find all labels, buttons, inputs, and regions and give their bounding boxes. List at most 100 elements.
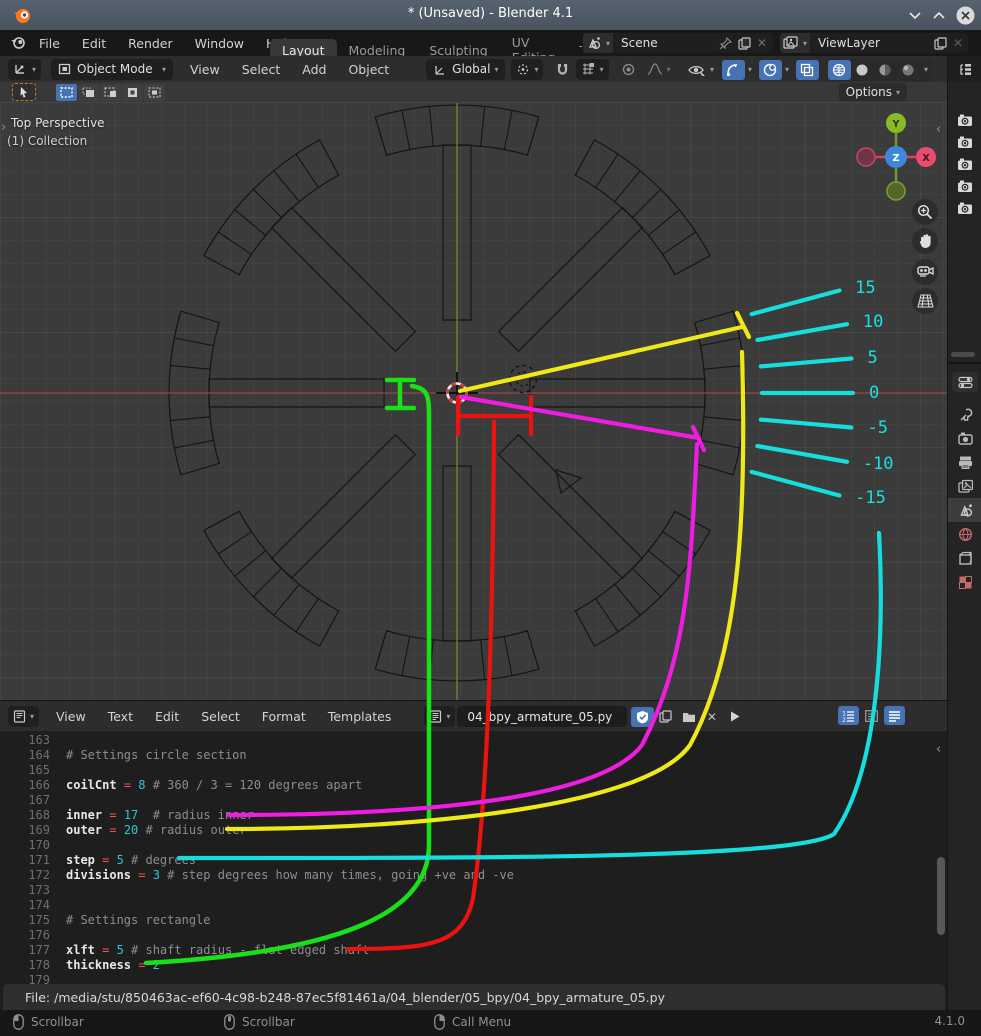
code-line[interactable]: 176 <box>0 928 947 943</box>
camera-view-button[interactable] <box>912 259 938 285</box>
active-tool-select-box-icon[interactable] <box>12 83 36 101</box>
zoom-button[interactable] <box>912 199 938 225</box>
code-line[interactable]: 168inner = 17 # radius inner <box>0 808 947 823</box>
tab-tool[interactable] <box>948 402 981 426</box>
unlink-scene-icon[interactable]: ✕ <box>757 36 767 50</box>
text-menu-text[interactable]: Text <box>97 709 144 724</box>
proportional-falloff-dropdown[interactable]: ▾ <box>642 59 676 80</box>
shading-material-button[interactable] <box>874 60 897 80</box>
camera-visibility-icon[interactable] <box>954 110 976 130</box>
select-mode-intersect-icon[interactable] <box>144 84 165 101</box>
viewport-canvas[interactable] <box>0 102 947 700</box>
proportional-edit-icon[interactable] <box>617 59 640 79</box>
editor-sidebar-chevron[interactable]: ‹ <box>936 742 941 757</box>
new-text-icon[interactable] <box>654 707 677 727</box>
window-maximize-icon[interactable] <box>929 5 949 25</box>
gizmo-dropdown-icon[interactable]: ▾ <box>748 65 752 74</box>
mode-dropdown[interactable]: Object Mode ▾ <box>51 59 173 80</box>
viewport-menu-add[interactable]: Add <box>291 62 337 77</box>
text-menu-format[interactable]: Format <box>251 709 317 724</box>
options-dropdown[interactable]: Options ▾ <box>839 83 907 101</box>
menu-edit[interactable]: Edit <box>71 36 117 51</box>
tab-render[interactable] <box>948 426 981 450</box>
scene-icon[interactable]: ▾ <box>583 33 613 53</box>
new-scene-icon[interactable] <box>738 37 752 50</box>
menu-render[interactable]: Render <box>117 36 184 51</box>
tab-object[interactable] <box>948 546 981 570</box>
new-view-layer-icon[interactable] <box>934 37 948 50</box>
view-layer-selector[interactable]: ▾ ViewLayer ✕ <box>780 33 968 53</box>
select-mode-extend-icon[interactable] <box>78 84 99 101</box>
shading-rendered-button[interactable] <box>897 60 920 80</box>
register-script-shield-icon[interactable] <box>631 707 654 727</box>
snap-toggle-magnet-icon[interactable] <box>551 59 574 79</box>
tab-texture[interactable] <box>948 570 981 594</box>
code-line[interactable]: 164# Settings circle section <box>0 748 947 763</box>
transform-orientation-dropdown[interactable]: Global ▾ <box>426 59 505 80</box>
select-mode-subtract-icon[interactable] <box>100 84 121 101</box>
text-editor-type-button[interactable]: ▾ <box>8 706 39 727</box>
shading-dropdown-icon[interactable]: ▾ <box>924 65 928 74</box>
overlays-dropdown-icon[interactable]: ▾ <box>785 65 789 74</box>
scene-name[interactable]: Scene <box>613 36 719 50</box>
gizmo-axis-x-minus[interactable] <box>857 148 875 166</box>
tab-world[interactable] <box>948 522 981 546</box>
code-line[interactable]: 167 <box>0 793 947 808</box>
line-numbers-toggle[interactable]: 1 2 <box>838 706 859 725</box>
code-line[interactable]: 171step = 5 # degrees <box>0 853 947 868</box>
text-menu-view[interactable]: View <box>45 709 97 724</box>
camera-visibility-icon[interactable] <box>954 132 976 152</box>
text-datablock-dropdown[interactable]: ▾ <box>424 706 455 727</box>
window-close-icon[interactable] <box>955 5 975 25</box>
visibility-dropdown[interactable]: ▾ <box>688 63 714 77</box>
menu-file[interactable]: File <box>28 36 71 51</box>
window-minimize-icon[interactable] <box>905 5 925 25</box>
orthographic-toggle-button[interactable] <box>912 288 938 314</box>
scene-selector[interactable]: ▾ Scene ✕ <box>583 33 773 53</box>
remove-view-layer-icon[interactable]: ✕ <box>953 36 963 50</box>
navigation-gizmo[interactable]: Y X Z <box>855 110 937 202</box>
pan-hand-button[interactable] <box>912 228 938 254</box>
viewport-menu-object[interactable]: Object <box>337 62 400 77</box>
shading-wireframe-button[interactable] <box>828 60 851 80</box>
tab-view-layer[interactable] <box>948 474 981 498</box>
show-gizmo-toggle[interactable] <box>722 60 745 80</box>
menu-window[interactable]: Window <box>184 36 255 51</box>
viewport-menu-view[interactable]: View <box>179 62 231 77</box>
code-line[interactable]: 175# Settings rectangle <box>0 913 947 928</box>
code-scrollbar[interactable] <box>937 857 945 935</box>
text-menu-select[interactable]: Select <box>190 709 251 724</box>
code-line[interactable]: 174 <box>0 898 947 913</box>
view-layer-icon[interactable]: ▾ <box>780 33 810 53</box>
syntax-highlight-toggle[interactable] <box>884 706 905 725</box>
word-wrap-toggle[interactable] <box>861 706 882 725</box>
code-line[interactable]: 177xlft = 5 # shaft radius - flat edged … <box>0 943 947 958</box>
text-menu-edit[interactable]: Edit <box>144 709 190 724</box>
code-line[interactable]: 178thickness = 2 <box>0 958 947 973</box>
unlink-text-icon[interactable]: ✕ <box>700 707 723 727</box>
code-area[interactable]: 163164# Settings circle section165166coi… <box>0 731 947 984</box>
outliner-editor-type-button[interactable] <box>954 60 976 80</box>
gizmo-axis-y-minus[interactable] <box>887 182 905 200</box>
select-mode-set-icon[interactable] <box>56 84 77 101</box>
toolbar-expand-chevron[interactable]: › <box>1 120 6 135</box>
code-line[interactable]: 172divisions = 3 # step degrees how many… <box>0 868 947 883</box>
outliner-scrollbar[interactable] <box>951 352 975 357</box>
properties-editor-type-button[interactable] <box>952 372 978 392</box>
code-line[interactable]: 170 <box>0 838 947 853</box>
view-layer-name[interactable]: ViewLayer <box>810 36 934 50</box>
camera-visibility-icon[interactable] <box>954 198 976 218</box>
viewport-editor-type-button[interactable]: ▾ <box>8 59 41 80</box>
code-line[interactable]: 169outer = 20 # radius outer <box>0 823 947 838</box>
code-line[interactable]: 179 <box>0 973 947 984</box>
code-line[interactable]: 166coilCnt = 8 # 360 / 3 = 120 degrees a… <box>0 778 947 793</box>
camera-visibility-icon[interactable] <box>954 154 976 174</box>
pivot-point-dropdown[interactable]: ▾ <box>511 59 543 80</box>
text-name-field[interactable]: 04_bpy_armature_05.py <box>457 706 627 727</box>
viewport-menu-select[interactable]: Select <box>231 62 292 77</box>
xray-toggle[interactable] <box>796 60 819 80</box>
open-text-folder-icon[interactable] <box>677 707 700 727</box>
select-mode-invert-icon[interactable] <box>122 84 143 101</box>
camera-visibility-icon[interactable] <box>954 176 976 196</box>
code-line[interactable]: 173 <box>0 883 947 898</box>
